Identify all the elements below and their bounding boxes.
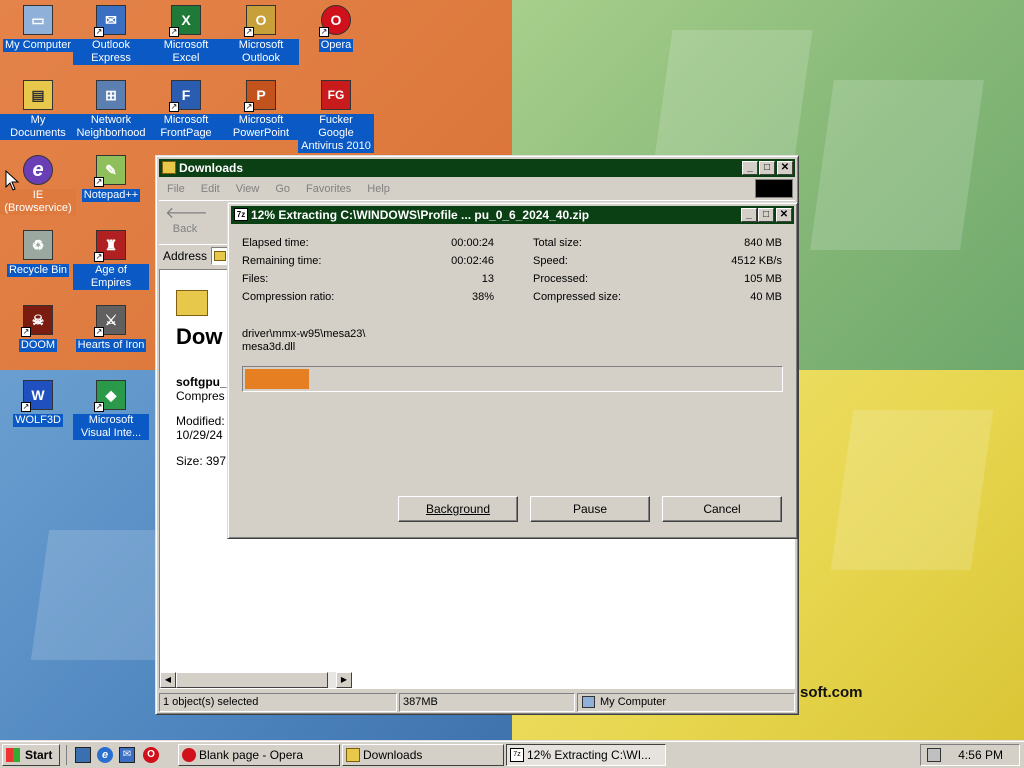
current-path: driver\mmx-w95\mesa23\ — [242, 328, 366, 340]
antivirus-icon: FG — [321, 80, 351, 110]
desktop-icon-hearts-of-iron[interactable]: ⚔ ↗ Hearts of Iron — [73, 303, 149, 352]
folder-large-icon — [176, 290, 208, 316]
desktop-icon-my-computer[interactable]: ▭ My Computer — [0, 3, 76, 52]
desktop-icon-excel[interactable]: X ↗ Microsoft Excel — [148, 3, 224, 65]
windows-flag-icon — [6, 748, 20, 762]
network-neighborhood-icon: ⊞ — [96, 80, 126, 110]
modified-label: Modified: — [176, 414, 225, 428]
desktop-icon-outlook[interactable]: O ↗ Microsoft Outlook — [223, 3, 299, 65]
menu-go[interactable]: Go — [275, 183, 290, 195]
status-bar: 1 object(s) selected 387MB My Computer — [159, 693, 795, 712]
back-arrow-icon: 🡐 — [165, 205, 208, 222]
pause-button[interactable]: Pause — [530, 496, 650, 522]
desktop-icon-recycle-bin[interactable]: ♻ Recycle Bin — [0, 228, 76, 277]
remaining-time-row: Remaining time: 00:02:46 — [242, 255, 494, 267]
opera-icon[interactable]: O — [143, 747, 159, 763]
desktop-icon-wolf3d[interactable]: W ↗ WOLF3D — [0, 378, 76, 427]
menu-view[interactable]: View — [236, 183, 260, 195]
background-button[interactable]: Background — [398, 496, 518, 522]
desktop-icon-my-documents[interactable]: ▤ My Documents — [0, 78, 76, 140]
7zip-icon: 7z — [234, 208, 248, 221]
internet-explorer-icon[interactable]: e — [97, 747, 113, 763]
folder-icon — [214, 251, 226, 261]
recycle-bin-icon: ♻ — [23, 230, 53, 260]
desktop-icon-outlook-express[interactable]: ✉ ↗ Outlook Express — [73, 3, 149, 65]
processed-row: Processed: 105 MB — [533, 273, 782, 285]
opera-icon — [182, 748, 196, 762]
desktop-icon-opera[interactable]: O ↗ Opera — [298, 3, 374, 52]
scroll-left-button[interactable]: ◀ — [160, 672, 176, 688]
start-button[interactable]: Start — [2, 744, 60, 766]
mouse-cursor-icon — [5, 170, 20, 191]
desktop-icon-frontpage[interactable]: F ↗ Microsoft FrontPage — [148, 78, 224, 140]
progress-fill — [245, 369, 310, 389]
system-tray: 4:56 PM — [920, 744, 1020, 766]
explorer-menu-bar: File Edit View Go Favorites Help — [159, 179, 795, 198]
files-row: Files: 13 — [242, 273, 494, 285]
desktop: soft.com ▭ My Computer ✉ ↗ Outlook Express … — [0, 0, 1024, 740]
desktop-icon-doom[interactable]: ☠ ↗ DOOM — [0, 303, 76, 352]
taskbar-item-downloads[interactable]: Downloads — [342, 744, 504, 766]
close-button[interactable]: ✕ — [777, 161, 793, 175]
scroll-right-button[interactable]: ▶ — [336, 672, 352, 688]
desktop-icon-age-of-empires[interactable]: ♜ ↗ Age of Empires — [73, 228, 149, 290]
maximize-button[interactable]: □ — [759, 161, 775, 175]
status-selected: 1 object(s) selected — [159, 693, 397, 712]
show-desktop-icon[interactable] — [75, 747, 91, 763]
maximize-button[interactable]: □ — [758, 208, 774, 222]
explorer-title-bar[interactable]: Downloads _ □ ✕ — [159, 159, 795, 177]
scroll-thumb[interactable] — [176, 672, 328, 688]
taskbar-item-opera[interactable]: Blank page - Opera — [178, 744, 340, 766]
taskbar: Start e ✉ O Blank page - Opera Downloads… — [0, 740, 1024, 768]
back-button[interactable]: 🡐 Back — [165, 205, 208, 239]
my-computer-icon: ▭ — [23, 5, 53, 35]
menu-edit[interactable]: Edit — [201, 183, 220, 195]
current-file: mesa3d.dll — [242, 341, 296, 353]
folder-heading: Dow — [176, 324, 223, 349]
minimize-button[interactable]: _ — [741, 208, 757, 222]
extract-title-bar[interactable]: 7z 12% Extracting C:\WINDOWS\Profile ...… — [231, 206, 794, 224]
minimize-button[interactable]: _ — [742, 161, 758, 175]
selected-file-name: softgpu_ — [176, 375, 227, 389]
clock: 4:56 PM — [958, 748, 1003, 762]
menu-help[interactable]: Help — [367, 183, 390, 195]
selected-file-type: Compres — [176, 389, 225, 403]
extract-title: 12% Extracting C:\WINDOWS\Profile ... pu… — [251, 208, 590, 222]
desktop-icon-network-neighborhood[interactable]: ⊞ Network Neighborhood — [73, 78, 149, 140]
folder-icon — [346, 748, 360, 762]
status-size: 387MB — [399, 693, 575, 712]
address-label: Address — [163, 249, 208, 263]
desktop-icon-notepad-plus-plus[interactable]: ✎ ↗ Notepad++ — [73, 153, 149, 202]
desktop-icon-antivirus[interactable]: FG Fucker Google Antivirus 2010 — [298, 78, 374, 153]
horizontal-scrollbar[interactable]: ◀ ▶ — [160, 672, 352, 688]
quick-launch: e ✉ O — [66, 745, 166, 765]
menu-favorites[interactable]: Favorites — [306, 183, 351, 195]
my-documents-icon: ▤ — [23, 80, 53, 110]
total-size-row: Total size: 840 MB — [533, 237, 782, 249]
size-text: Size: 397 — [176, 454, 227, 468]
7zip-icon: 7z — [510, 748, 524, 762]
modified-value: 10/29/24 — [176, 428, 223, 442]
internet-explorer-icon: e — [23, 155, 53, 185]
compression-ratio-row: Compression ratio: 38% — [242, 291, 494, 303]
taskbar-item-extracting[interactable]: 7z 12% Extracting C:\WI... — [506, 744, 666, 766]
network-tray-icon[interactable] — [927, 748, 941, 762]
elapsed-time-row: Elapsed time: 00:00:24 — [242, 237, 494, 249]
progress-bar — [242, 366, 783, 392]
explorer-title: Downloads — [179, 161, 244, 175]
cancel-button[interactable]: Cancel — [662, 496, 782, 522]
outlook-express-icon[interactable]: ✉ — [119, 747, 135, 763]
extract-progress-dialog[interactable]: 7z 12% Extracting C:\WINDOWS\Profile ...… — [227, 202, 798, 539]
compressed-size-row: Compressed size: 40 MB — [533, 291, 782, 303]
folder-icon — [162, 161, 176, 174]
menu-file[interactable]: File — [167, 183, 185, 195]
close-button[interactable]: ✕ — [776, 208, 792, 222]
speed-row: Speed: 4512 KB/s — [533, 255, 782, 267]
my-computer-icon — [582, 696, 595, 708]
windows-logo-icon — [755, 179, 793, 198]
wallpaper-watermark: soft.com — [800, 684, 863, 701]
desktop-icon-powerpoint[interactable]: P ↗ Microsoft PowerPoint — [223, 78, 299, 140]
status-zone: My Computer — [577, 693, 795, 712]
desktop-icon-visual-interdev[interactable]: ◆ ↗ Microsoft Visual Inte... — [73, 378, 149, 440]
